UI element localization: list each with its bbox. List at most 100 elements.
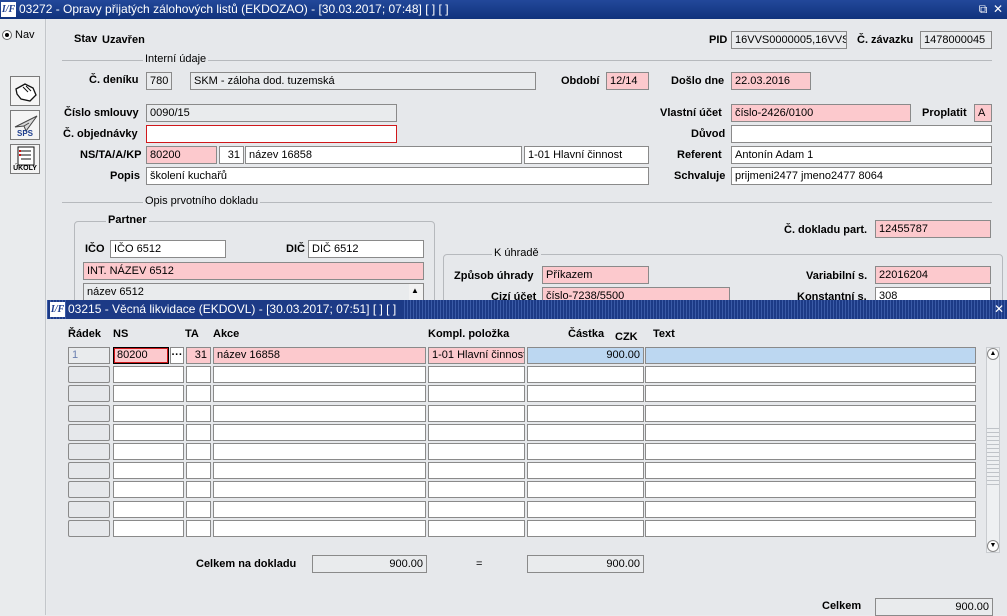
- obdobi-field[interactable]: 12/14: [606, 72, 649, 90]
- duvod-field[interactable]: [731, 125, 992, 143]
- denik-field[interactable]: 780: [146, 72, 172, 90]
- row-cell-akce[interactable]: [213, 500, 426, 518]
- smlouvy-field[interactable]: 0090/15: [146, 104, 397, 122]
- row-cell-akce[interactable]: [213, 366, 426, 384]
- row-cell-ta[interactable]: [186, 404, 211, 422]
- row-cell-akce[interactable]: [213, 481, 426, 499]
- row-cell-ta[interactable]: [186, 519, 211, 537]
- schvaluje-field[interactable]: prijmeni2477 jmeno2477 8064: [731, 167, 992, 185]
- row-cell-ta[interactable]: [186, 500, 211, 518]
- variabilni-field[interactable]: 22016204: [875, 266, 991, 284]
- row-cell-ns[interactable]: [113, 385, 184, 403]
- objednavky-field[interactable]: [146, 125, 397, 143]
- row-cell-ta[interactable]: [186, 385, 211, 403]
- row-cell-kompl[interactable]: [428, 443, 525, 460]
- row-cell-text[interactable]: [645, 500, 976, 518]
- row-cell-akce[interactable]: [213, 519, 426, 537]
- col-ta-header: TA: [185, 328, 199, 340]
- row-cell-ns[interactable]: [113, 443, 184, 460]
- row-cell-text[interactable]: [645, 385, 976, 403]
- row1-kompl[interactable]: 1-01 Hlavní činnost: [428, 347, 525, 364]
- row-cell-ta[interactable]: [186, 462, 211, 480]
- nazev-field[interactable]: název 6512: [83, 283, 424, 301]
- row1-text[interactable]: [645, 347, 976, 364]
- row1-ta[interactable]: 31: [186, 347, 211, 364]
- restore-window-icon[interactable]: ⧉: [976, 1, 990, 17]
- row-cell-akce[interactable]: [213, 404, 426, 422]
- row-cell-ns[interactable]: [113, 481, 184, 499]
- row1-castka[interactable]: 900.00: [527, 347, 644, 364]
- grid-scrollbar[interactable]: ▲ ▼: [986, 347, 1000, 553]
- row-cell-castka[interactable]: [527, 423, 644, 441]
- row-cell-castka[interactable]: [527, 385, 644, 403]
- row-cell-castka[interactable]: [527, 519, 644, 537]
- pid-field[interactable]: 16VVS0000005,16VVS: [731, 31, 847, 49]
- row-cell-akce[interactable]: [213, 443, 426, 460]
- doklad-part-field[interactable]: 12455787: [875, 220, 991, 238]
- ukoly-label: ÚKOLY: [13, 165, 37, 172]
- close-window-icon[interactable]: ✕: [991, 1, 1005, 17]
- zavazku-field[interactable]: 1478000045: [920, 31, 992, 49]
- row-cell-kompl[interactable]: [428, 423, 525, 441]
- referent-field[interactable]: Antonín Adam 1: [731, 146, 992, 164]
- row-cell-castka[interactable]: [527, 443, 644, 460]
- row-cell-akce[interactable]: [213, 462, 426, 480]
- row-cell-castka[interactable]: [527, 500, 644, 518]
- row-cell-castka[interactable]: [527, 366, 644, 384]
- dic-field[interactable]: DIČ 6512: [308, 240, 424, 258]
- proplatit-field[interactable]: A: [974, 104, 992, 122]
- int-nazev-field[interactable]: INT. NÁZEV 6512: [83, 262, 424, 280]
- row-cell-ta[interactable]: [186, 443, 211, 460]
- doslo-field[interactable]: 22.03.2016: [731, 72, 811, 90]
- tool-button-ukoly[interactable]: ÚKOLY: [10, 144, 40, 174]
- row-cell-akce[interactable]: [213, 385, 426, 403]
- row-cell-kompl[interactable]: [428, 500, 525, 518]
- row-cell-ta[interactable]: [186, 366, 211, 384]
- row-cell-ns[interactable]: [113, 366, 184, 384]
- row-cell-ns[interactable]: [113, 423, 184, 441]
- row-cell-ns[interactable]: [113, 500, 184, 518]
- row1-ns-input[interactable]: 80200: [113, 347, 169, 364]
- ico-field[interactable]: IČO 6512: [110, 240, 226, 258]
- row-cell-text[interactable]: [645, 366, 976, 384]
- row-cell-kompl[interactable]: [428, 404, 525, 422]
- likvidace-close-icon[interactable]: ✕: [992, 301, 1006, 317]
- nazev-scrollbar[interactable]: ▲: [409, 284, 423, 300]
- row-cell-ns[interactable]: [113, 404, 184, 422]
- ta-field[interactable]: 31: [219, 146, 244, 164]
- row-cell-kompl[interactable]: [428, 366, 525, 384]
- row-cell-kompl[interactable]: [428, 462, 525, 480]
- row-cell-castka[interactable]: [527, 481, 644, 499]
- row-cell-ns[interactable]: [113, 519, 184, 537]
- scroll-up-icon[interactable]: ▲: [411, 286, 419, 295]
- row-cell-castka[interactable]: [527, 462, 644, 480]
- row-cell-text[interactable]: [645, 462, 976, 480]
- row-cell-text[interactable]: [645, 443, 976, 460]
- row-cell-ns[interactable]: [113, 462, 184, 480]
- row-cell-kompl[interactable]: [428, 385, 525, 403]
- row-cell-ta[interactable]: [186, 423, 211, 441]
- row1-ns-lov-button[interactable]: ···: [170, 347, 184, 364]
- row-cell-text[interactable]: [645, 519, 976, 537]
- row-cell-kompl[interactable]: [428, 519, 525, 537]
- row1-akce[interactable]: název 16858: [213, 347, 426, 364]
- row-cell-text[interactable]: [645, 423, 976, 441]
- row-cell-ta[interactable]: [186, 481, 211, 499]
- grid-scroll-thumb[interactable]: [987, 428, 999, 488]
- row-cell-kompl[interactable]: [428, 481, 525, 499]
- row-cell-castka[interactable]: [527, 404, 644, 422]
- akce-field[interactable]: název 16858: [245, 146, 522, 164]
- ns-field[interactable]: 80200: [146, 146, 217, 164]
- row-cell-text[interactable]: [645, 404, 976, 422]
- zpusob-field[interactable]: Příkazem: [542, 266, 649, 284]
- tool-button-sps[interactable]: SPS: [10, 110, 40, 140]
- row-cell-akce[interactable]: [213, 423, 426, 441]
- popis-field[interactable]: školení kuchařů: [146, 167, 649, 185]
- row-cell-text[interactable]: [645, 481, 976, 499]
- vlastni-ucet-field[interactable]: číslo-2426/0100: [731, 104, 911, 122]
- nav-radio[interactable]: Nav: [1, 29, 45, 43]
- tool-button-hand[interactable]: [10, 76, 40, 106]
- kp-field[interactable]: 1-01 Hlavní činnost: [524, 146, 649, 164]
- grid-scroll-down-icon[interactable]: ▼: [987, 540, 999, 552]
- grid-scroll-up-icon[interactable]: ▲: [987, 348, 999, 360]
